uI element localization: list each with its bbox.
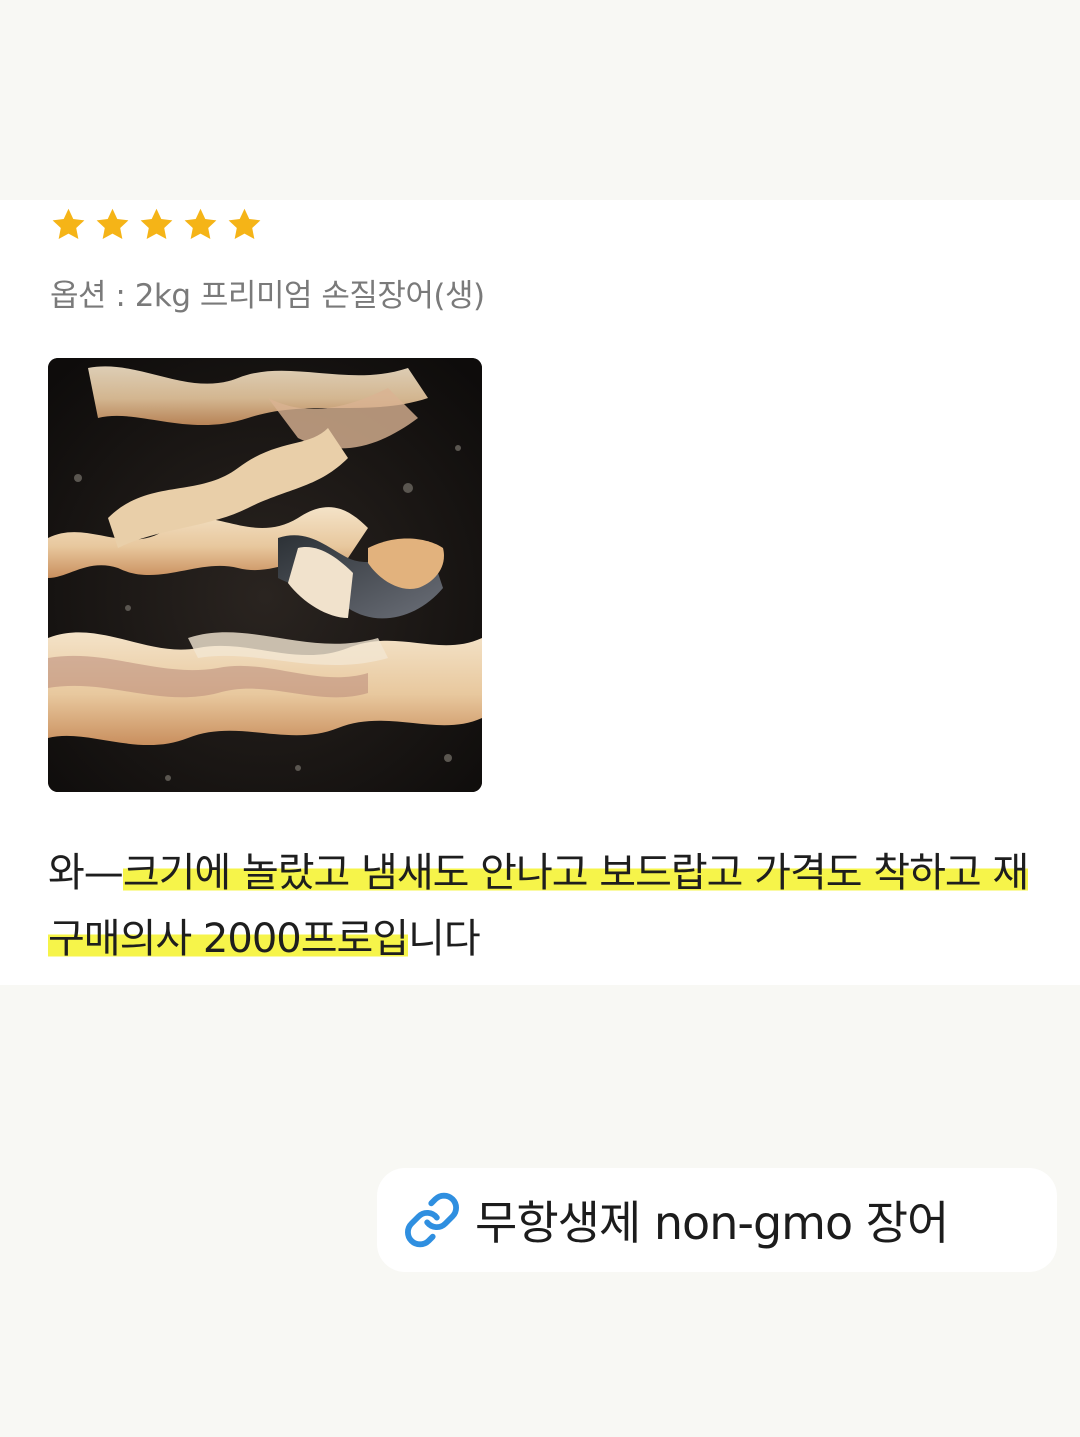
review-text-intro: 와— <box>48 850 124 896</box>
star-icon <box>140 208 173 239</box>
star-icon <box>184 208 217 239</box>
grilled-eel-photo <box>48 358 482 792</box>
review-text-ending: 니다 <box>408 916 481 962</box>
review-text-highlighted: 크기에 놀랐고 냄새도 안나고 보드랍고 가격도 착하고 재구매의사 2000프… <box>48 850 1029 962</box>
review-card: 옵션 : 2kg 프리미엄 손질장어(생) 와—크기에 놀랐고 냄새도 안나고 … <box>0 200 1080 985</box>
star-rating <box>50 206 263 243</box>
link-icon <box>405 1192 459 1248</box>
star-icon <box>52 208 85 239</box>
star-icon <box>96 208 129 239</box>
review-text: 와—크기에 놀랐고 냄새도 안나고 보드랍고 가격도 착하고 재구매의사 200… <box>48 840 1038 972</box>
star-icon <box>228 208 261 239</box>
product-link-label: 무항생제 non-gmo 장어 <box>475 1196 949 1250</box>
review-photo[interactable] <box>48 358 482 792</box>
purchase-option: 옵션 : 2kg 프리미엄 손질장어(생) <box>50 278 485 314</box>
product-link-button[interactable]: 무항생제 non-gmo 장어 <box>377 1168 1057 1272</box>
